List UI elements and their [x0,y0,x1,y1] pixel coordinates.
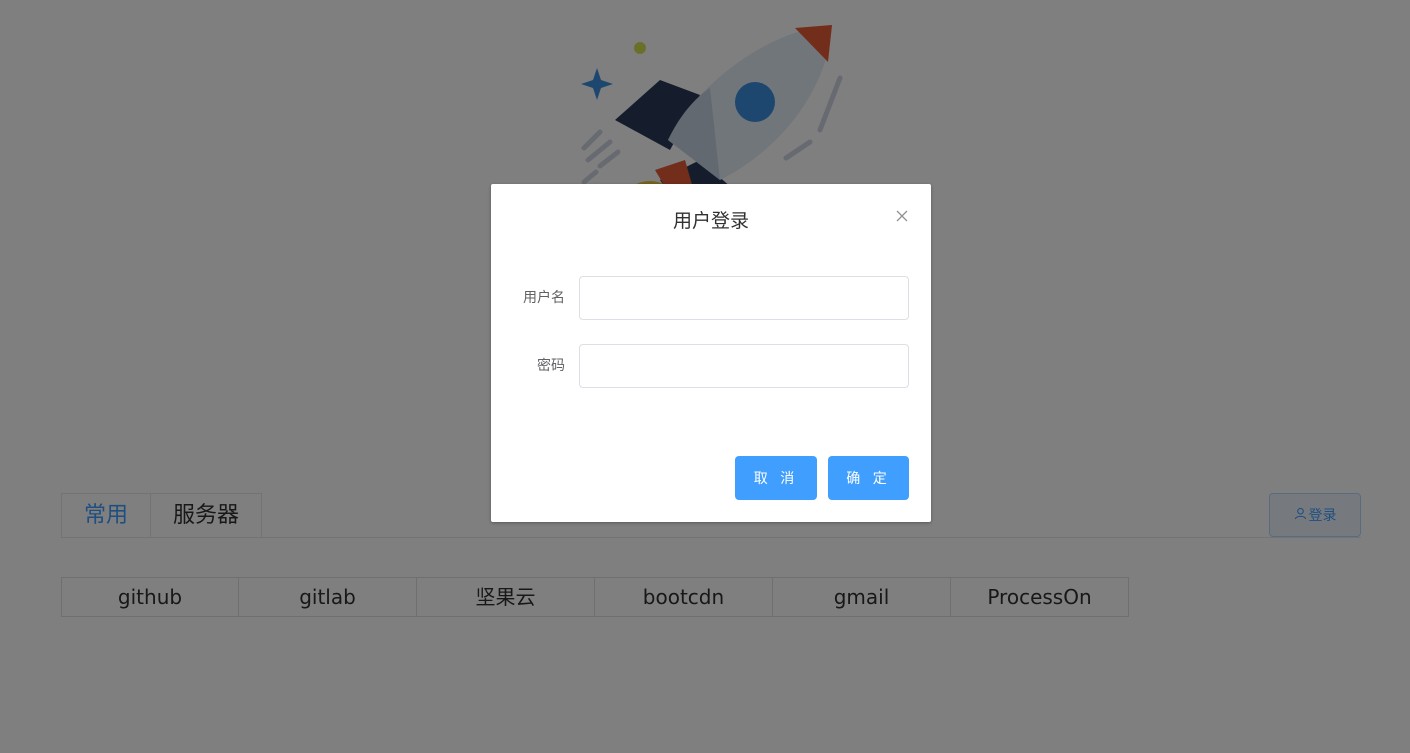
dialog-title: 用户登录 [672,210,749,232]
username-label: 用户名 [523,290,565,306]
cancel-button[interactable]: 取 消 [735,456,817,500]
confirm-button[interactable]: 确 定 [828,456,909,500]
username-row: 用户名 [513,276,909,320]
password-input[interactable] [579,344,909,388]
close-icon[interactable] [895,208,909,222]
password-row: 密码 [513,344,909,388]
login-dialog: 用户登录 用户名 密码 取 消 确 定 [491,184,931,522]
username-input[interactable] [579,276,909,320]
password-label: 密码 [537,358,565,374]
